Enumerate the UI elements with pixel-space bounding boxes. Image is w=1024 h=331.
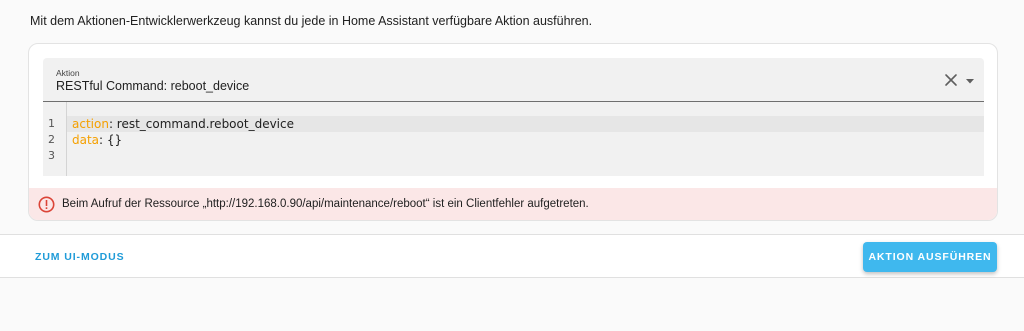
line-number: 1 — [48, 117, 55, 130]
line-number: 2 — [48, 133, 55, 146]
yaml-separator: : — [108, 117, 117, 131]
alert-circle-outline-icon — [38, 196, 55, 213]
ui-mode-button[interactable]: ZUM UI-MODUS — [35, 251, 125, 263]
menu-down-icon[interactable] — [964, 74, 976, 86]
action-select[interactable]: Aktion RESTful Command: reboot_device — [43, 58, 984, 102]
error-message: Beim Aufruf der Ressource „http://192.16… — [62, 198, 589, 210]
yaml-value: rest_command.reboot_device — [116, 117, 294, 131]
action-card: Aktion RESTful Command: reboot_device 1 … — [28, 43, 998, 221]
yaml-key: data — [72, 133, 100, 147]
line-number-gutter: 1 2 3 — [43, 102, 67, 176]
line-number: 3 — [48, 149, 55, 162]
code-line[interactable]: data: {} — [67, 132, 984, 148]
yaml-code-editor[interactable]: 1 2 3 action: rest_command.reboot_device… — [43, 102, 984, 176]
action-select-label: Aktion — [56, 68, 80, 78]
yaml-key: action — [72, 117, 109, 131]
yaml-separator: : — [99, 133, 107, 147]
code-line[interactable] — [67, 148, 984, 164]
action-select-value: RESTful Command: reboot_device — [56, 79, 250, 93]
yaml-value: {} — [106, 133, 123, 147]
error-alert: Beim Aufruf der Ressource „http://192.16… — [29, 188, 997, 220]
card-actions-footer: ZUM UI-MODUS AKTION AUSFÜHREN — [0, 234, 1024, 278]
page-description: Mit dem Aktionen-Entwicklerwerkzeug kann… — [30, 14, 593, 28]
close-icon[interactable] — [944, 73, 958, 87]
run-action-button[interactable]: AKTION AUSFÜHREN — [863, 242, 997, 272]
code-line[interactable]: action: rest_command.reboot_device — [67, 116, 984, 132]
